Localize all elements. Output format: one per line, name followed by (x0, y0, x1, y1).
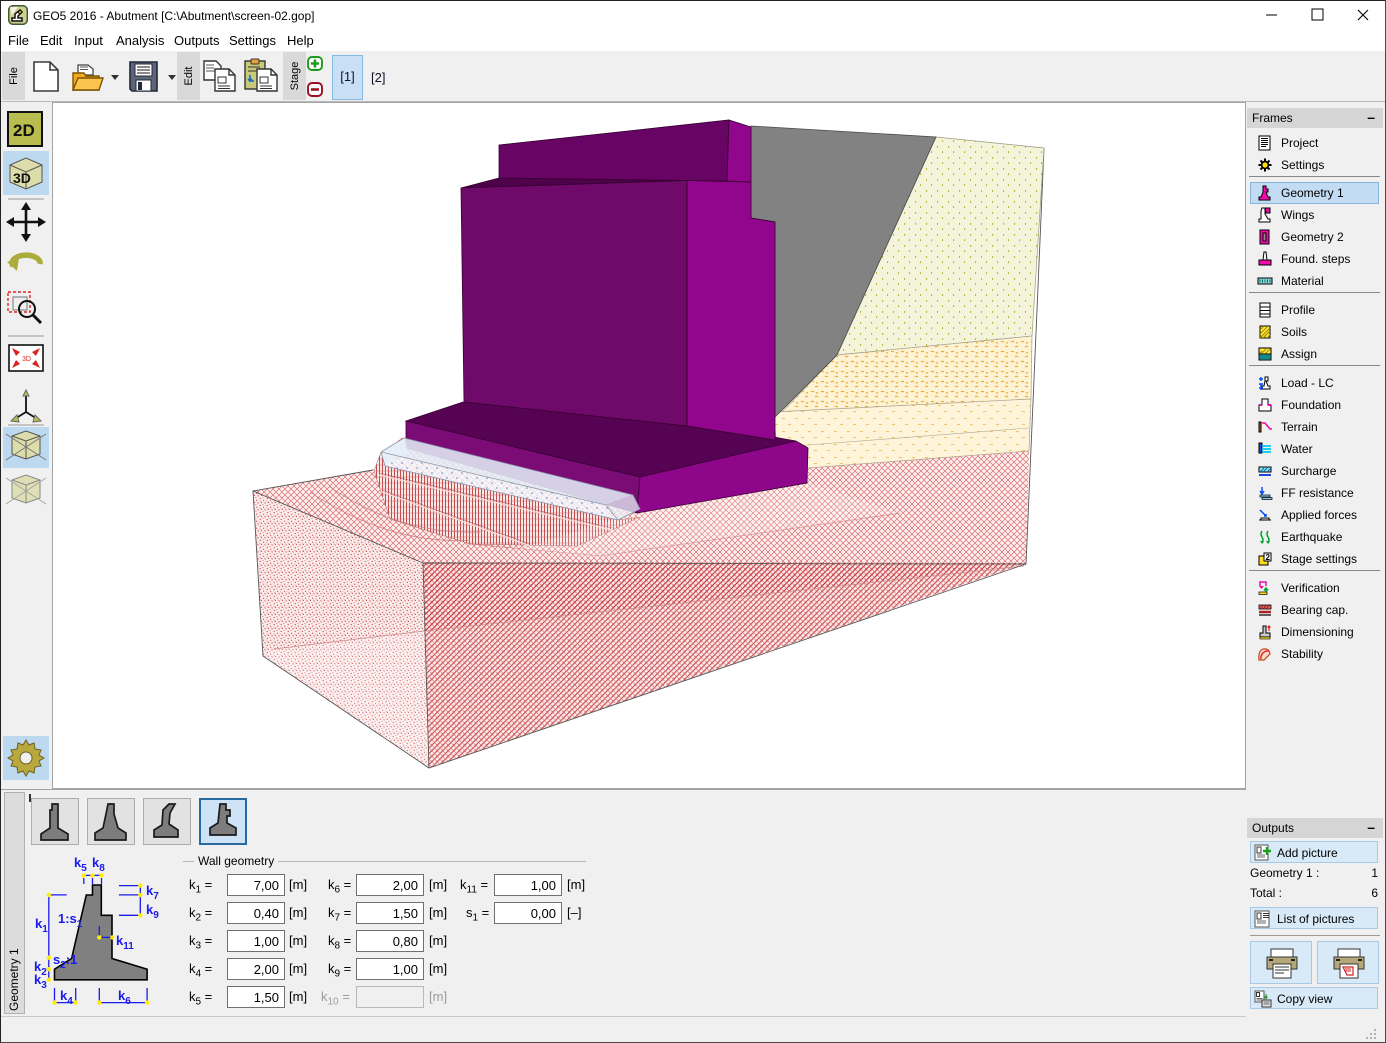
svg-text:3D: 3D (13, 170, 31, 186)
svg-text:k11: k11 (116, 933, 134, 952)
svg-text:k4: k4 (60, 988, 73, 1007)
svg-text:k9: k9 (146, 902, 159, 921)
svg-text:k8: k8 (92, 855, 105, 874)
svg-text:k5: k5 (74, 855, 87, 874)
svg-text:2: 2 (1266, 553, 1271, 562)
svg-text:k7: k7 (146, 883, 159, 902)
svg-text:k1: k1 (35, 916, 48, 935)
svg-text:k6: k6 (118, 988, 131, 1007)
svg-text:1:s1: 1:s1 (58, 911, 83, 930)
svg-text:3D: 3D (22, 356, 31, 363)
svg-text:2D: 2D (13, 121, 35, 140)
